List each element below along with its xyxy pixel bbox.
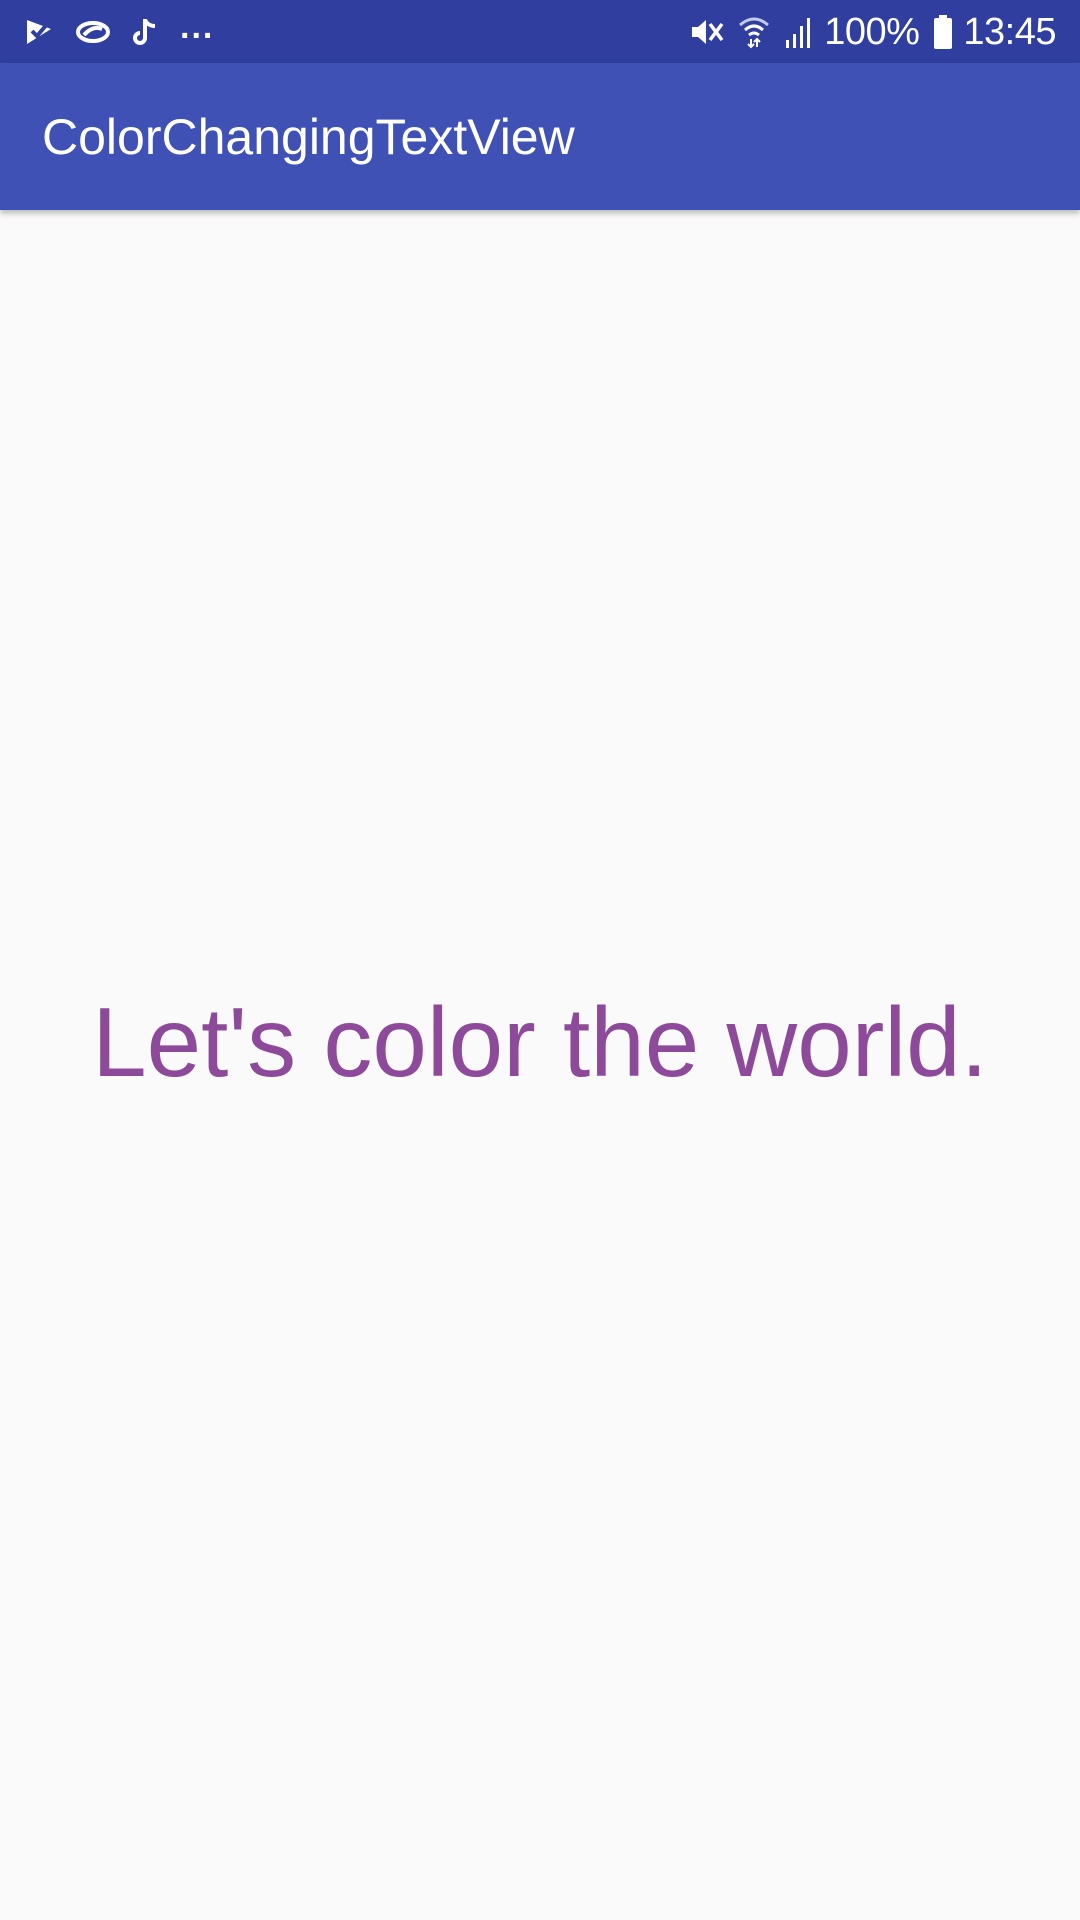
status-time: 13:45 [963, 10, 1056, 53]
wifi-icon [738, 15, 770, 49]
status-bar-system: 100% 13:45 [674, 13, 1056, 51]
battery-icon [933, 14, 953, 49]
app-toolbar: ColorChangingTextView [0, 63, 1080, 210]
main-content: Let's color the world. [0, 210, 1080, 1920]
more-notifications-indicator: ... [180, 7, 215, 46]
status-bar-notifications: ... [24, 10, 214, 47]
cloud-app-icon [76, 19, 110, 45]
checkmark-app-icon [24, 17, 54, 47]
mute-vibrate-icon [688, 15, 724, 49]
app-screen: ... 100% 13:45 ColorChangingTextView Let… [0, 0, 1080, 1920]
color-changing-text-view[interactable]: Let's color the world. [92, 986, 988, 1099]
signal-icon [784, 16, 814, 48]
status-bar: ... 100% 13:45 [0, 0, 1080, 63]
battery-percentage: 100% [824, 10, 920, 53]
tiktok-icon [132, 17, 158, 47]
app-title: ColorChangingTextView [42, 108, 575, 165]
